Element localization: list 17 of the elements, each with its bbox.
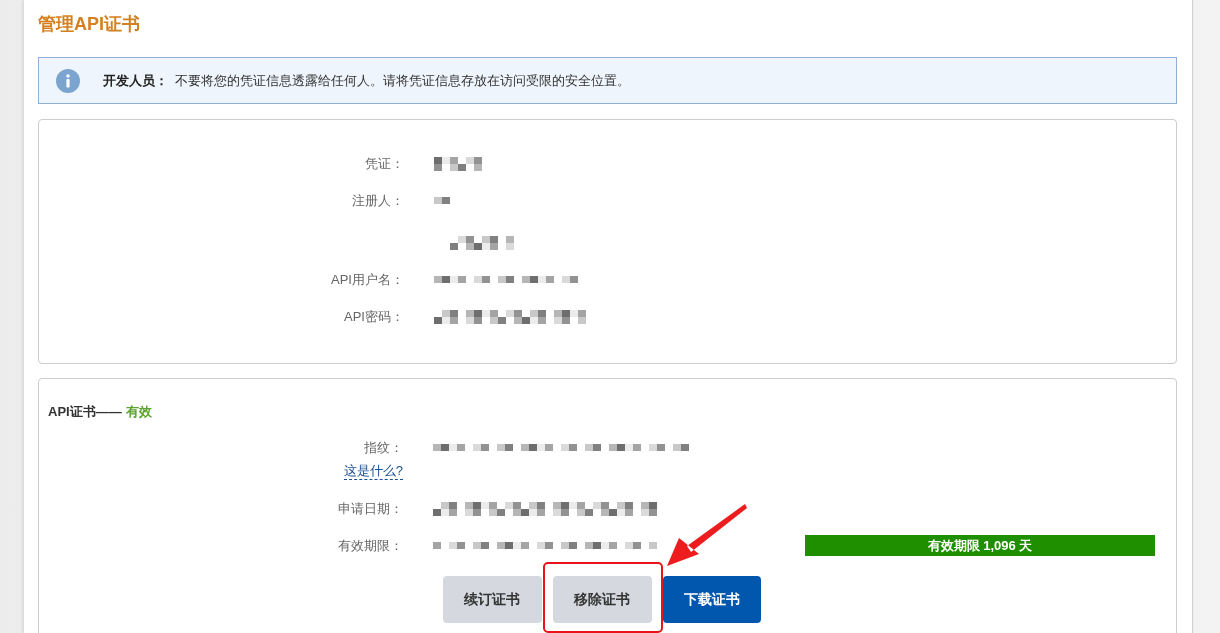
- field-label: 注册人：: [352, 191, 404, 210]
- field-label: API用户名：: [331, 270, 404, 289]
- info-icon: [56, 68, 80, 93]
- download-button[interactable]: 下载证书: [662, 576, 761, 623]
- action-button[interactable]: 续订证书: [442, 576, 542, 623]
- field-label: 指纹：: [364, 439, 403, 457]
- status-label: 有效: [125, 403, 152, 421]
- page-title: 管理API证书: [38, 13, 141, 36]
- action-button[interactable]: 移除证书: [552, 576, 652, 623]
- field-label: API密码：: [344, 307, 404, 326]
- field-label: 申请日期：: [338, 499, 403, 518]
- validity-badge: 有效期限 1,096 天: [805, 535, 1155, 556]
- field-label: 有效期限：: [338, 536, 403, 555]
- field-label: 凭证：: [365, 154, 404, 173]
- help-link[interactable]: 这是什么?: [343, 463, 403, 480]
- notice-text: 开发人员： 不要将您的凭证信息透露给任何人。请将凭证信息存放在访问受限的安全位置。: [103, 71, 631, 90]
- card-heading: API证书——: [48, 403, 122, 421]
